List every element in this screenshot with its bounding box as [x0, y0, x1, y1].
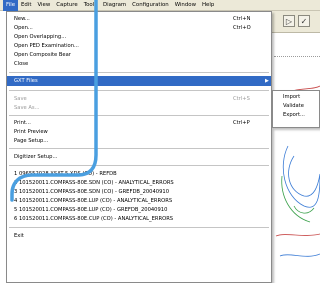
menu-item-open-overlapping[interactable]: Open Overlapping...: [7, 33, 271, 41]
check-button[interactable]: ✓: [298, 15, 310, 27]
menu-item-label: Open Composite Bear: [14, 52, 71, 58]
recent-file-item[interactable]: 3 101520011.COMPASS-80E.SDN (CO) - GREFD…: [7, 188, 271, 196]
menu-item-save-as[interactable]: Save As...: [7, 104, 271, 112]
menu-separator: [9, 115, 269, 116]
file-menu-dropdown: New... Ctrl+N Open... Ctrl+O Open Overla…: [6, 11, 272, 283]
menu-file[interactable]: File: [3, 0, 19, 11]
submenu-arrow-icon: ▶: [265, 78, 269, 84]
menu-item-gxt-files[interactable]: GXT Files ▶: [7, 76, 271, 86]
menu-window[interactable]: Window: [172, 0, 199, 11]
play-icon: ▷: [285, 16, 293, 26]
menu-item-print-preview[interactable]: Print Preview: [7, 128, 271, 136]
menu-item-label: Print Preview: [14, 129, 48, 135]
recent-file-item[interactable]: 2 101520011.COMPASS-80E.SDN (CO) - ANALY…: [7, 179, 271, 187]
submenu-item-import[interactable]: Import: [273, 93, 319, 102]
menu-item-save[interactable]: Save Ctrl+S: [7, 95, 271, 103]
menu-item-label: Exit: [14, 233, 24, 239]
menu-item-label: Digitizer Setup...: [14, 154, 58, 160]
shortcut-label: Ctrl+N: [233, 16, 251, 22]
menu-item-close[interactable]: Close: [7, 60, 271, 68]
submenu-item-label: Validate: [283, 103, 304, 109]
shortcut-label: Ctrl+S: [233, 96, 250, 102]
menu-item-open-ped[interactable]: Open PED Examination...: [7, 42, 271, 50]
menu-item-label: Open...: [14, 25, 33, 31]
recent-file-item[interactable]: 5 101520011.COMPASS-80E.LUP (CO) - GREFD…: [7, 206, 271, 214]
play-button[interactable]: ▷: [283, 15, 295, 27]
recent-file-label: 3 101520011.COMPASS-80E.SDN (CO) - GREFD…: [14, 189, 169, 195]
menu-item-open-composite[interactable]: Open Composite Bear: [7, 51, 271, 59]
menu-separator: [9, 227, 269, 228]
toolbar: [272, 11, 320, 33]
menu-diagram[interactable]: Diagram: [100, 0, 129, 11]
recent-file-label: 1 096552028.XSAT-5.XDS (CO) - REFDB: [14, 171, 117, 177]
menu-item-new[interactable]: New... Ctrl+N: [7, 15, 271, 23]
menu-configuration[interactable]: Configuration: [129, 0, 172, 11]
menu-separator: [9, 90, 269, 91]
menu-separator: [9, 165, 269, 166]
submenu-item-label: Import: [283, 94, 301, 100]
menu-item-open[interactable]: Open... Ctrl+O: [7, 24, 271, 32]
menu-separator: [9, 148, 269, 149]
menu-capture[interactable]: Capture: [53, 0, 80, 11]
menu-item-digitizer-setup[interactable]: Digitizer Setup...: [7, 153, 271, 161]
menu-item-label: New...: [14, 16, 30, 22]
menu-view[interactable]: View: [34, 0, 53, 11]
menu-item-label: Page Setup...: [14, 138, 49, 144]
recent-file-item[interactable]: 1 096552028.XSAT-5.XDS (CO) - REFDB: [7, 170, 271, 178]
menu-item-print[interactable]: Print... Ctrl+P: [7, 119, 271, 127]
recent-file-label: 5 101520011.COMPASS-80E.LUP (CO) - GREFD…: [14, 207, 168, 213]
recent-file-label: 6 101520011.COMPASS-80E.CUP (CO) - ANALY…: [14, 216, 174, 222]
submenu-item-validate[interactable]: Validate: [273, 102, 319, 111]
recent-file-item[interactable]: 4 101520011.COMPASS-80E.LUP (CO) - ANALY…: [7, 197, 271, 205]
menu-item-label: Open PED Examination...: [14, 43, 79, 49]
menu-item-label: Close: [14, 61, 29, 67]
menu-tools[interactable]: Tools: [81, 0, 100, 11]
submenu-item-label: Export...: [283, 112, 305, 118]
recent-file-label: 2 101520011.COMPASS-80E.SDN (CO) - ANALY…: [14, 180, 174, 186]
menu-item-label: Save: [14, 96, 27, 102]
gxt-files-submenu: Import Validate Export...: [272, 90, 320, 128]
menu-item-label: Open Overlapping...: [14, 34, 67, 40]
menu-edit[interactable]: Edit: [18, 0, 34, 11]
check-icon: ✓: [300, 16, 308, 26]
shortcut-label: Ctrl+P: [233, 120, 250, 126]
submenu-item-export[interactable]: Export...: [273, 111, 319, 120]
menu-item-exit[interactable]: Exit: [7, 232, 271, 240]
menu-separator: [9, 72, 269, 73]
menu-item-label: Save As...: [14, 105, 40, 111]
recent-file-label: 4 101520011.COMPASS-80E.LUP (CO) - ANALY…: [14, 198, 173, 204]
recent-file-item[interactable]: 6 101520011.COMPASS-80E.CUP (CO) - ANALY…: [7, 215, 271, 223]
menu-help[interactable]: Help: [199, 0, 217, 11]
menu-item-page-setup[interactable]: Page Setup...: [7, 137, 271, 145]
shortcut-label: Ctrl+O: [233, 25, 251, 31]
menu-item-label: GXT Files: [14, 78, 38, 84]
menu-bar: File Edit View Capture Tools Diagram Con…: [0, 0, 320, 11]
menu-item-label: Print...: [14, 120, 31, 126]
